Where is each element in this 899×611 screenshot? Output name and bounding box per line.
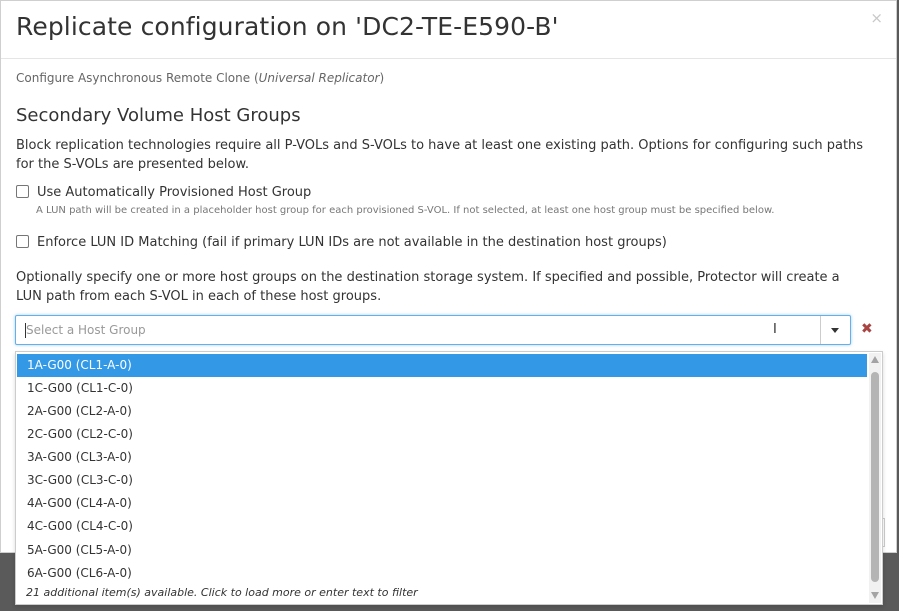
load-more-hint[interactable]: 21 additional item(s) available. Click t…	[26, 586, 418, 599]
modal-header: Replicate configuration on 'DC2-TE-E590-…	[1, 1, 896, 59]
optional-host-groups-text: Optionally specify one or more host grou…	[16, 270, 840, 304]
dropdown-option[interactable]: 3C-G00 (CL3-C-0)	[17, 469, 867, 492]
subtitle-prefix: Configure Asynchronous Remote Clone (	[16, 71, 259, 85]
dropdown-option[interactable]: 1C-G00 (CL1-C-0)	[17, 377, 867, 400]
intro-text: Block replication technologies require a…	[16, 138, 864, 172]
text-cursor-icon: I	[773, 322, 777, 337]
auto-provision-label[interactable]: Use Automatically Provisioned Host Group	[37, 185, 311, 200]
host-group-dropdown[interactable]: 1A-G00 (CL1-A-0) 1C-G00 (CL1-C-0) 2A-G00…	[15, 351, 883, 605]
modal-subtitle: Configure Asynchronous Remote Clone (Uni…	[16, 71, 384, 85]
dropdown-option[interactable]: 1A-G00 (CL1-A-0)	[17, 354, 867, 377]
close-icon[interactable]: ×	[870, 9, 883, 27]
dropdown-option[interactable]: 4A-G00 (CL4-A-0)	[17, 492, 867, 515]
dropdown-option[interactable]: 2C-G00 (CL2-C-0)	[17, 423, 867, 446]
enforce-lun-checkbox[interactable]	[16, 235, 29, 248]
modal-title: Replicate configuration on 'DC2-TE-E590-…	[16, 12, 559, 41]
scroll-down-arrow-icon[interactable]	[871, 592, 879, 599]
enforce-lun-label[interactable]: Enforce LUN ID Matching (fail if primary…	[37, 235, 667, 250]
scrollbar-thumb[interactable]	[871, 372, 879, 582]
dropdown-option[interactable]: 5A-G00 (CL5-A-0)	[17, 539, 867, 562]
select-divider	[820, 316, 821, 344]
auto-provision-help: A LUN path will be created in a placehol…	[36, 205, 775, 216]
dropdown-option[interactable]: 6A-G00 (CL6-A-0)	[17, 562, 867, 585]
subtitle-italic: Universal Replicator	[258, 71, 380, 85]
section-title: Secondary Volume Host Groups	[16, 105, 301, 126]
host-group-select[interactable]: Select a Host Group I	[15, 315, 851, 345]
scroll-up-arrow-icon[interactable]	[871, 356, 879, 363]
auto-provision-option[interactable]: Use Automatically Provisioned Host Group	[16, 185, 311, 200]
dropdown-option[interactable]: 4C-G00 (CL4-C-0)	[17, 515, 867, 538]
clear-icon[interactable]: ✖	[861, 321, 873, 337]
subtitle-suffix: )	[379, 71, 385, 85]
auto-provision-checkbox[interactable]	[16, 185, 29, 198]
host-group-search-input[interactable]: Select a Host Group	[25, 323, 146, 338]
enforce-lun-option[interactable]: Enforce LUN ID Matching (fail if primary…	[16, 235, 667, 250]
chevron-down-icon[interactable]	[831, 328, 839, 333]
dropdown-option[interactable]: 2A-G00 (CL2-A-0)	[17, 400, 867, 423]
dropdown-option[interactable]: 3A-G00 (CL3-A-0)	[17, 446, 867, 469]
